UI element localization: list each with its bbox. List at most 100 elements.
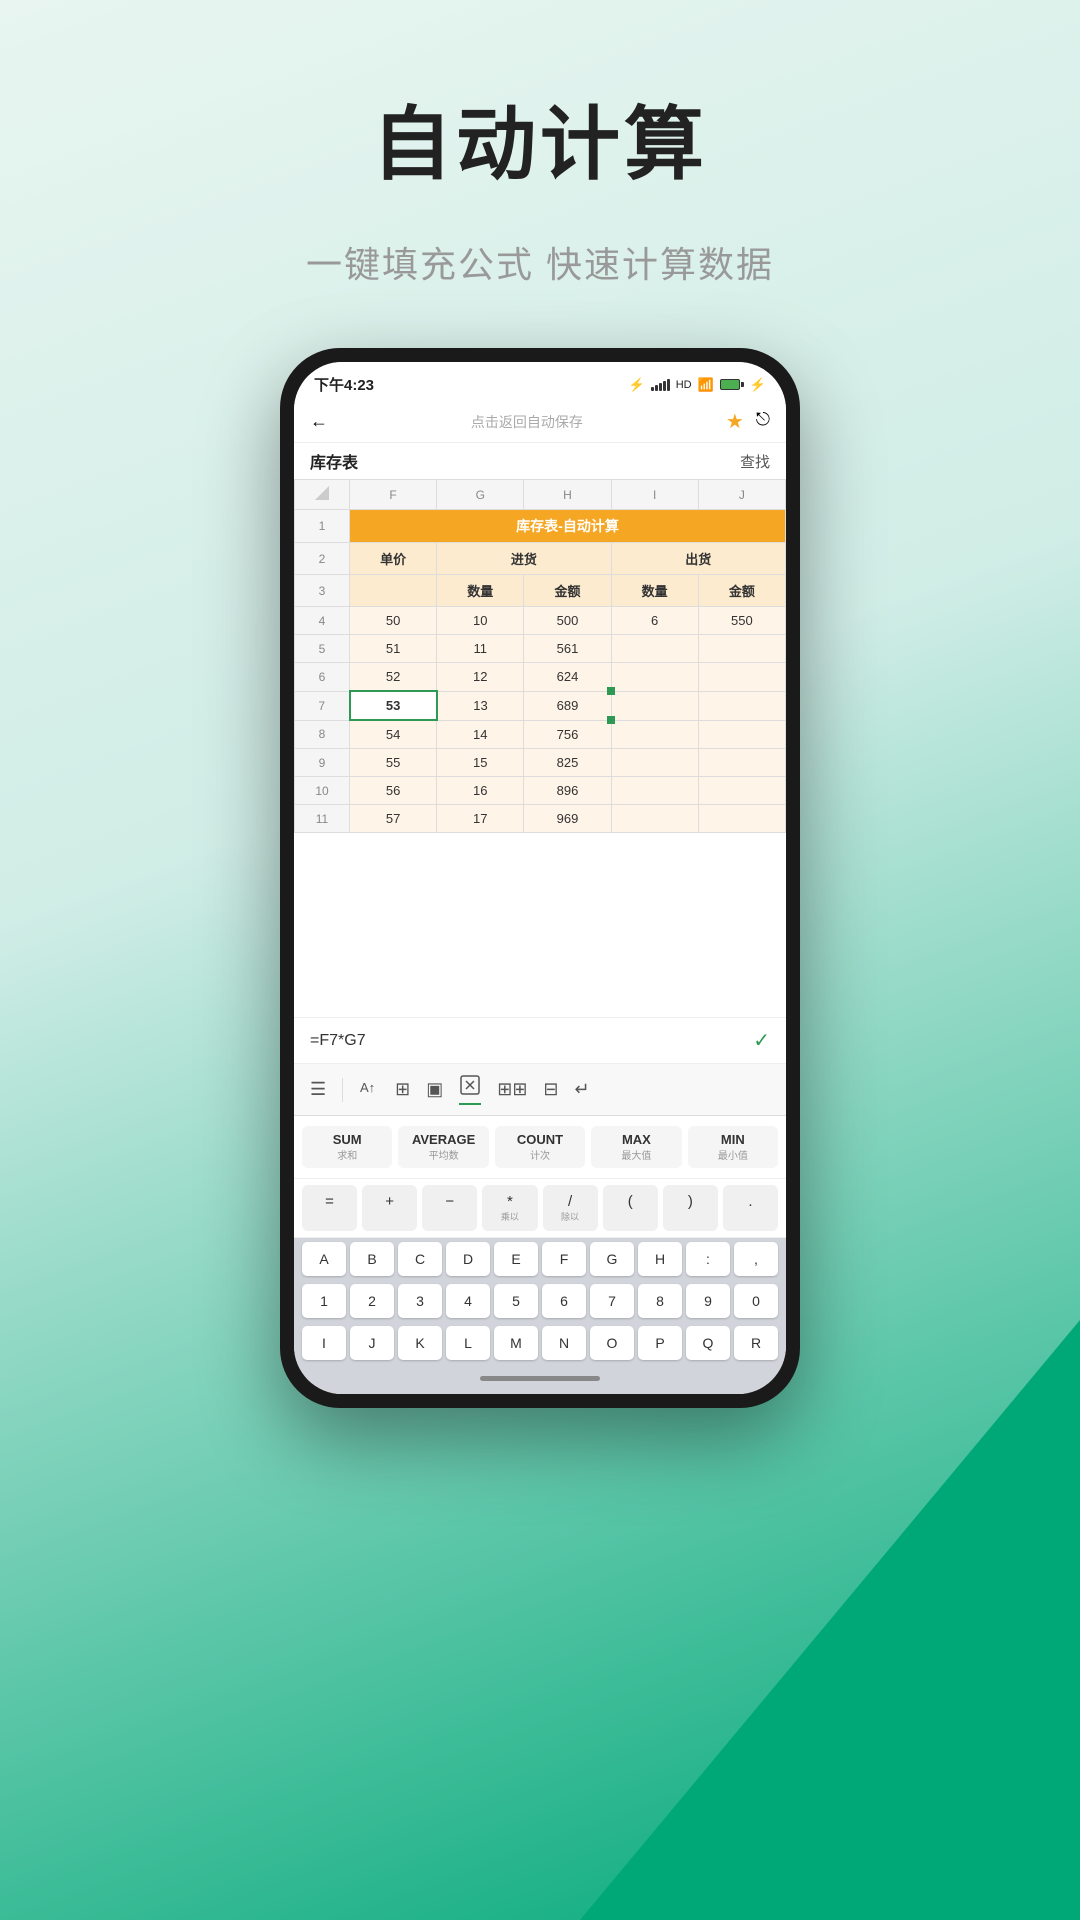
cell-f6[interactable]: 52 [350, 663, 437, 692]
cell-f7[interactable]: 53 [350, 691, 437, 720]
col-header-h[interactable]: H [524, 480, 611, 510]
op-plus-button[interactable]: + [362, 1185, 417, 1231]
op-dot-button[interactable]: . [723, 1185, 778, 1231]
cell-g10[interactable]: 16 [437, 777, 524, 805]
op-minus-button[interactable]: − [422, 1185, 477, 1231]
cell-j9[interactable] [698, 749, 785, 777]
op-multiply-button[interactable]: *乘以 [482, 1185, 537, 1231]
col-header-j[interactable]: J [698, 480, 785, 510]
op-divide-button[interactable]: /除以 [543, 1185, 598, 1231]
cell-i3[interactable]: 数量 [611, 575, 698, 607]
fn-count-button[interactable]: COUNT 计次 [495, 1126, 585, 1168]
cell-i6[interactable] [611, 663, 698, 692]
cell-h3[interactable]: 金额 [524, 575, 611, 607]
cell-f2[interactable]: 单价 [350, 543, 437, 575]
kb-grid-icon[interactable]: ⊞ [395, 1079, 410, 1100]
cell-h9[interactable]: 825 [524, 749, 611, 777]
cell-f5[interactable]: 51 [350, 635, 437, 663]
cell-f3[interactable] [350, 575, 437, 607]
col-header-g[interactable]: G [437, 480, 524, 510]
cell-j6[interactable] [698, 663, 785, 692]
op-lparen-button[interactable]: ( [603, 1185, 658, 1231]
back-icon[interactable]: ← [310, 411, 328, 432]
cell-h7[interactable]: 689 [524, 691, 611, 720]
cell-i10[interactable] [611, 777, 698, 805]
key-2[interactable]: 2 [350, 1284, 394, 1318]
cell-i7[interactable] [611, 691, 698, 720]
cell-i4[interactable]: 6 [611, 607, 698, 635]
kb-cells-icon[interactable]: ⊞⊞ [497, 1079, 527, 1100]
cell-f10[interactable]: 56 [350, 777, 437, 805]
cell-i2[interactable]: 出货 [611, 543, 785, 575]
op-rparen-button[interactable]: ) [663, 1185, 718, 1231]
kb-enter-icon[interactable]: ↵ [575, 1079, 590, 1100]
key-n[interactable]: N [542, 1326, 586, 1360]
cell-g4[interactable]: 10 [437, 607, 524, 635]
kb-formula-icon[interactable] [459, 1074, 481, 1105]
kb-menu-icon[interactable]: ☰ [310, 1079, 326, 1100]
cell-g6[interactable]: 12 [437, 663, 524, 692]
fn-min-button[interactable]: MIN 最小值 [688, 1126, 778, 1168]
key-f[interactable]: F [542, 1242, 586, 1276]
cell-j7[interactable] [698, 691, 785, 720]
key-4[interactable]: 4 [446, 1284, 490, 1318]
fn-average-button[interactable]: AVERAGE 平均数 [398, 1126, 488, 1168]
cell-f8[interactable]: 54 [350, 720, 437, 749]
key-colon[interactable]: : [686, 1242, 730, 1276]
cell-f4[interactable]: 50 [350, 607, 437, 635]
fn-sum-button[interactable]: SUM 求和 [302, 1126, 392, 1168]
fn-max-button[interactable]: MAX 最大值 [591, 1126, 681, 1168]
key-p[interactable]: P [638, 1326, 682, 1360]
cell-i5[interactable] [611, 635, 698, 663]
cell-f9[interactable]: 55 [350, 749, 437, 777]
key-j[interactable]: J [350, 1326, 394, 1360]
cell-g11[interactable]: 17 [437, 805, 524, 833]
key-1[interactable]: 1 [302, 1284, 346, 1318]
key-d[interactable]: D [446, 1242, 490, 1276]
key-g[interactable]: G [590, 1242, 634, 1276]
key-6[interactable]: 6 [542, 1284, 586, 1318]
kb-cell-icon[interactable]: ▣ [426, 1079, 443, 1100]
key-5[interactable]: 5 [494, 1284, 538, 1318]
cell-g5[interactable]: 11 [437, 635, 524, 663]
key-q[interactable]: Q [686, 1326, 730, 1360]
cell-j4[interactable]: 550 [698, 607, 785, 635]
key-comma[interactable]: , [734, 1242, 778, 1276]
share-icon[interactable]: ⎋ [756, 409, 770, 434]
key-0[interactable]: 0 [734, 1284, 778, 1318]
cell-f11[interactable]: 57 [350, 805, 437, 833]
col-header-f[interactable]: F [350, 480, 437, 510]
cell-j10[interactable] [698, 777, 785, 805]
cell-g7[interactable]: 13 [437, 691, 524, 720]
key-b[interactable]: B [350, 1242, 394, 1276]
cell-h8[interactable]: 756 [524, 720, 611, 749]
cell-g2[interactable]: 进货 [437, 543, 611, 575]
cell-h5[interactable]: 561 [524, 635, 611, 663]
cell-h11[interactable]: 969 [524, 805, 611, 833]
cell-j8[interactable] [698, 720, 785, 749]
star-icon[interactable]: ★ [726, 409, 744, 434]
cell-g9[interactable]: 15 [437, 749, 524, 777]
kb-table-icon[interactable]: ⊟ [543, 1079, 558, 1100]
key-9[interactable]: 9 [686, 1284, 730, 1318]
col-header-i[interactable]: I [611, 480, 698, 510]
cell-i9[interactable] [611, 749, 698, 777]
key-a[interactable]: A [302, 1242, 346, 1276]
cell-h4[interactable]: 500 [524, 607, 611, 635]
key-m[interactable]: M [494, 1326, 538, 1360]
cell-j3[interactable]: 金额 [698, 575, 785, 607]
op-equals-button[interactable]: = [302, 1185, 357, 1231]
kb-text-icon[interactable]: A↑ [359, 1077, 379, 1102]
cell-g3[interactable]: 数量 [437, 575, 524, 607]
cell-i8[interactable] [611, 720, 698, 749]
key-i[interactable]: I [302, 1326, 346, 1360]
key-c[interactable]: C [398, 1242, 442, 1276]
key-3[interactable]: 3 [398, 1284, 442, 1318]
key-k[interactable]: K [398, 1326, 442, 1360]
key-8[interactable]: 8 [638, 1284, 682, 1318]
cell-g8[interactable]: 14 [437, 720, 524, 749]
key-o[interactable]: O [590, 1326, 634, 1360]
key-l[interactable]: L [446, 1326, 490, 1360]
cell-i11[interactable] [611, 805, 698, 833]
key-7[interactable]: 7 [590, 1284, 634, 1318]
